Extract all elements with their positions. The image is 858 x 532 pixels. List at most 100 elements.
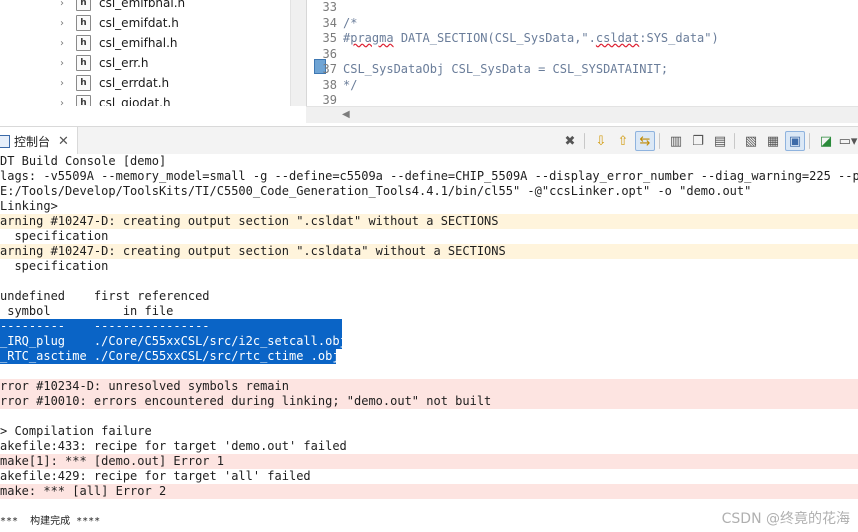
tab-console[interactable]: 控制台 ✕	[0, 127, 78, 155]
tree-item[interactable]: › h csl_emifhal.h	[60, 33, 178, 53]
tree-item-label: csl_giodat.h	[99, 96, 171, 106]
header-file-icon: h	[76, 55, 91, 71]
tree-item-label: csl_emifhal.h	[99, 36, 178, 50]
line-number: 36	[322, 46, 337, 61]
view-menu-icon[interactable]: ▭▾	[838, 131, 858, 151]
console-line: symbol in file	[0, 304, 858, 319]
tree-item[interactable]: › h csl_giodat.h	[60, 93, 171, 106]
line-number: 33	[322, 0, 337, 14]
console-line: lags: -v5509A --memory_model=small -g --…	[0, 169, 858, 184]
code-line[interactable]: 37 CSL_SysDataObj CSL_SysData = CSL_SYSDA…	[307, 61, 669, 77]
console-line: specification	[0, 229, 858, 244]
console-line: make: *** [all] Error 2	[0, 484, 858, 499]
tree-item[interactable]: › h csl_emifdat.h	[60, 13, 179, 33]
chevron-right-icon[interactable]: ›	[60, 18, 70, 29]
console-line: --------- ----------------	[0, 319, 342, 334]
tree-item[interactable]: › h csl_emifbnal.h	[60, 0, 185, 13]
close-icon[interactable]: ✕	[58, 134, 69, 149]
toolbar-separator	[809, 133, 810, 149]
line-number: 34	[322, 15, 337, 30]
console-line-text: _IRQ_plug ./Core/C55xxCSL/src/i2c_setcal…	[0, 334, 342, 348]
console-line-text: arning #10247-D: creating output section…	[0, 214, 499, 228]
copy-icon[interactable]: ❐	[688, 131, 708, 151]
tree-item[interactable]: › h csl_err.h	[60, 53, 149, 73]
console-output[interactable]: DT Build Console [demo] lags: -v5509A --…	[0, 154, 858, 532]
console-icon	[0, 134, 10, 148]
scroll-left-icon[interactable]: ◀	[342, 109, 350, 120]
chevron-right-icon[interactable]: ›	[60, 38, 70, 49]
tree-item-label: csl_errdat.h	[99, 76, 170, 90]
tree-item-label: csl_err.h	[99, 56, 149, 70]
toolbar-separator	[734, 133, 735, 149]
project-explorer-tree: › h csl_emifbnal.h › h csl_emifdat.h › h csl_emi…	[0, 0, 290, 106]
console-line-text: rror #10010: errors encountered during l…	[0, 394, 492, 408]
console-line-text: lags: -v5509A --memory_model=small -g --…	[0, 169, 858, 183]
console-title: DT Build Console [demo]	[0, 154, 167, 168]
code-text: CSL_SysDataObj CSL_SysData = CSL_SYSDATA…	[343, 62, 669, 76]
code-line[interactable]: 33	[307, 0, 343, 15]
scroll-up-icon[interactable]: ⇧	[613, 131, 633, 151]
console-line: undefined first referenced	[0, 289, 858, 304]
pin-icon[interactable]: ▥	[666, 131, 686, 151]
watermark: CSDN @终竟的花海	[721, 511, 850, 527]
console-line: akefile:429: recipe for target 'all' fai…	[0, 469, 858, 484]
toolbar-separator	[584, 133, 585, 149]
code-token: pragma	[350, 31, 394, 45]
console-line-text: arning #10247-D: creating output section…	[0, 244, 506, 258]
remove-all-terminated-icon[interactable]: ✖	[560, 131, 580, 151]
header-file-icon: h	[76, 95, 91, 106]
open-console-icon[interactable]: ▣	[785, 131, 805, 151]
code-token: DATA_SECTION(CSL_SysData,".	[393, 31, 596, 45]
word-wrap-icon[interactable]: ⇆	[635, 131, 655, 151]
paste-icon[interactable]: ▤	[710, 131, 730, 151]
code-line[interactable]: 36	[307, 46, 343, 62]
console-line: akefile:433: recipe for target 'demo.out…	[0, 439, 858, 454]
code-line[interactable]: 34 /*	[307, 15, 358, 31]
code-editor[interactable]: 33 34 /* 35 #pragma DATA_SECTION(CSL_SysData…	[306, 0, 858, 107]
code-token: :SYS_data")	[639, 31, 719, 45]
tab-console-label: 控制台	[14, 134, 51, 149]
console-tab-bar: 控制台 ✕ ✖ ⇩ ⇧ ⇆ ▥ ❐ ▤ ▧ ▦ ▣ ◪ ▭▾	[0, 126, 858, 156]
toolbar-separator	[659, 133, 660, 149]
line-number: 35	[322, 31, 337, 45]
console-line: _RTC_asctime ./Core/C55xxCSL/src/rtc_cti…	[0, 349, 336, 364]
console-line-text: symbol in file	[0, 304, 174, 318]
console-line-text: *** 构建完成 ****	[0, 516, 101, 527]
console-line-text: akefile:433: recipe for target 'demo.out…	[0, 439, 347, 453]
console-line-text: Linking>	[0, 199, 58, 213]
console-line-text: akefile:429: recipe for target 'all' fai…	[0, 469, 311, 483]
chevron-right-icon[interactable]: ›	[60, 98, 70, 107]
console-line-text: specification	[0, 229, 109, 243]
editor-horizontal-scrollbar[interactable]: ◀	[306, 106, 858, 123]
console-line-text: rror #10234-D: unresolved symbols remain	[0, 379, 289, 393]
console-line-text: specification	[0, 259, 109, 273]
chevron-right-icon[interactable]: ›	[60, 58, 70, 69]
code-text: #pragma DATA_SECTION(CSL_SysData,".cslda…	[343, 31, 719, 45]
chevron-right-icon[interactable]: ›	[60, 0, 70, 9]
console-line: arning #10247-D: creating output section…	[0, 214, 858, 229]
code-line[interactable]: 35 #pragma DATA_SECTION(CSL_SysData,".csl…	[307, 30, 719, 46]
scroll-down-icon[interactable]: ⇩	[591, 131, 611, 151]
tree-item[interactable]: › h csl_errdat.h	[60, 73, 169, 93]
console-view-icon[interactable]: ▦	[763, 131, 783, 151]
code-text: /*	[343, 15, 358, 30]
console-line: make[1]: *** [demo.out] Error 1	[0, 454, 858, 469]
console-line-text: _RTC_asctime ./Core/C55xxCSL/src/rtc_cti…	[0, 349, 336, 363]
console-line: E:/Tools/Develop/ToolsKits/TI/C5500_Code…	[0, 184, 858, 199]
tree-item-label: csl_emifdat.h	[99, 16, 179, 30]
console-line-text: E:/Tools/Develop/ToolsKits/TI/C5500_Code…	[0, 184, 752, 198]
code-line[interactable]: 38 */	[307, 77, 358, 93]
console-line: rror #10234-D: unresolved symbols remain	[0, 379, 858, 394]
console-line-text: undefined first referenced	[0, 289, 210, 303]
project-explorer-scrollbar[interactable]	[290, 0, 307, 106]
console-line: rror #10010: errors encountered during l…	[0, 394, 858, 409]
header-file-icon: h	[76, 0, 91, 11]
display-selected-console-icon[interactable]: ◪	[816, 131, 836, 151]
code-text: */	[343, 77, 358, 92]
chevron-right-icon[interactable]: ›	[60, 78, 70, 89]
console-line: _IRQ_plug ./Core/C55xxCSL/src/i2c_setcal…	[0, 334, 342, 349]
clear-console-icon[interactable]: ▧	[741, 131, 761, 151]
